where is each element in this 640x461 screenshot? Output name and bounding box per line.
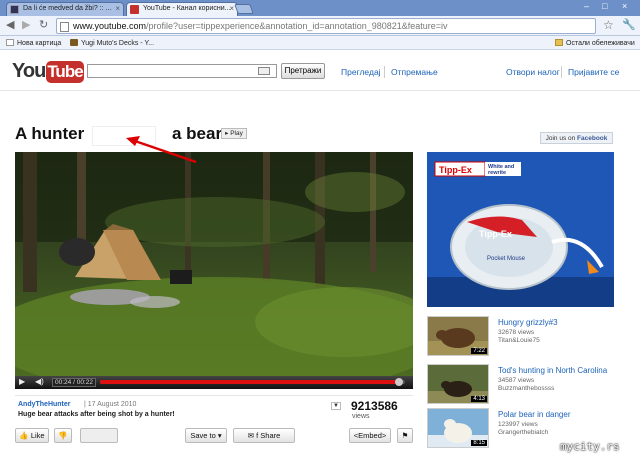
upload-link[interactable]: Отпремање xyxy=(391,67,438,77)
related-thumbnail[interactable]: 4:13 xyxy=(427,364,489,404)
play-icon[interactable]: ▶ xyxy=(19,377,25,386)
play-title-button[interactable]: ▸ Play xyxy=(221,128,247,139)
play-icon: ▸ xyxy=(225,130,229,137)
forum-favicon-icon xyxy=(10,5,19,14)
duration-badge: 7:22 xyxy=(471,348,487,354)
tab-label: YouTube - Канал корисни... xyxy=(143,5,231,12)
tab-label: Da li će medved da žbi? :: ... xyxy=(23,5,112,12)
page-icon xyxy=(60,22,69,32)
uploader-link[interactable]: AndyTheHunter xyxy=(18,401,71,408)
ad-brand-logo: Tipp-Ex xyxy=(439,165,472,175)
related-user: Buzzmanthebossss xyxy=(498,385,555,392)
video-title-right: a bear xyxy=(172,124,223,143)
ad-product-name: Pocket Mouse xyxy=(487,256,526,262)
expand-description-icon[interactable]: ▼ xyxy=(331,402,341,410)
related-title[interactable]: Tod's hunting in North Carolina xyxy=(498,366,607,375)
bookmarks-bar: Нова картица Yugi Muto's Decks - Y... Ос… xyxy=(0,36,640,50)
sign-in-link[interactable]: Пријавите се xyxy=(568,67,619,77)
dislike-button[interactable]: 👎 xyxy=(54,428,72,443)
bookmark-star-icon[interactable]: ☆ xyxy=(603,18,614,32)
upload-date: | 17 August 2010 xyxy=(84,401,137,408)
ad-product-logo: Tipp-Ex xyxy=(479,229,512,239)
rating-bar xyxy=(80,428,118,443)
wrench-icon[interactable]: 🔧 xyxy=(622,18,636,31)
new-tab-button[interactable] xyxy=(234,4,254,14)
chevron-down-icon: ▾ xyxy=(217,431,222,440)
divider xyxy=(561,66,562,78)
ad-artwork: Tipp-Ex White and rewrite Tipp-Ex Pocket… xyxy=(427,152,614,307)
tab-youtube[interactable]: YouTube - Канал корисни... × xyxy=(126,2,238,16)
folder-icon xyxy=(555,39,563,46)
url-path: /profile?user=tippexperience&annotation_… xyxy=(146,21,448,31)
keyboard-icon[interactable] xyxy=(258,67,270,75)
video-player[interactable] xyxy=(15,152,413,376)
reload-icon[interactable]: ↻ xyxy=(39,19,48,31)
related-title[interactable]: Hungry grizzly#3 xyxy=(498,318,558,327)
search-input[interactable] xyxy=(87,64,277,78)
thumbs-down-icon: 👎 xyxy=(58,431,68,440)
video-description: Huge bear attacks after being shot by a … xyxy=(18,411,175,418)
related-video[interactable]: 4:13 Tod's hunting in North Carolina 345… xyxy=(427,364,614,408)
minimize-icon[interactable]: – xyxy=(584,1,589,11)
related-video[interactable]: 7:22 Hungry grizzly#3 32678 views Titan&… xyxy=(427,316,614,360)
page-icon xyxy=(6,39,14,46)
create-account-link[interactable]: Отвори налог xyxy=(506,67,560,77)
embed-button[interactable]: <Embed> xyxy=(349,428,391,443)
video-controls: ▶ ◀) 00:24 / 00:22 xyxy=(15,376,413,389)
url-host: www.youtube.com xyxy=(73,21,147,31)
close-tab-icon[interactable]: × xyxy=(115,4,120,13)
duration-badge: 4:13 xyxy=(471,396,487,402)
youtube-logo[interactable]: You Tube xyxy=(12,60,84,84)
share-icons: ✉ f xyxy=(247,431,261,440)
progress-bar[interactable] xyxy=(100,378,405,386)
title-blank-field xyxy=(92,126,156,146)
tab-forum[interactable]: Da li će medved da žbi? :: ... × xyxy=(6,2,124,16)
related-views: 32678 views xyxy=(498,329,535,336)
bookmark-favicon-icon xyxy=(70,39,78,46)
address-bar[interactable]: www.youtube.com/profile?user=tippexperie… xyxy=(56,18,596,34)
related-user: Titan&Louie75 xyxy=(498,337,540,344)
youtube-favicon-icon xyxy=(130,5,139,14)
video-frame-forest-scene xyxy=(15,152,413,376)
join-facebook-button[interactable]: Join us on Facebook xyxy=(540,132,613,144)
time-display: 00:24 / 00:22 xyxy=(52,378,96,387)
maximize-icon[interactable]: □ xyxy=(602,1,607,11)
related-thumbnail[interactable]: 7:22 xyxy=(427,316,489,356)
watermark: mycity.rs xyxy=(560,440,620,453)
search-button[interactable]: Претражи xyxy=(281,63,325,79)
close-window-icon[interactable]: × xyxy=(622,1,627,11)
forward-arrow-icon[interactable]: ▶ xyxy=(22,19,30,31)
progress-fill xyxy=(100,380,399,384)
related-title[interactable]: Polar bear in danger xyxy=(498,410,571,419)
related-views: 123997 views xyxy=(498,421,538,428)
browser-tab-bar: Da li će medved da žbi? :: ... × YouTube… xyxy=(0,0,640,16)
browser-toolbar: ◀ ▶ ↻ www.youtube.com/profile?user=tippe… xyxy=(0,16,640,36)
video-title-left: A hunter xyxy=(15,124,85,143)
browse-link[interactable]: Прегледај xyxy=(341,67,381,77)
flag-button[interactable]: ⚑ xyxy=(397,428,413,443)
bookmark-new-tab[interactable]: Нова картица xyxy=(6,39,61,47)
like-button[interactable]: 👍 Like xyxy=(15,428,49,443)
save-to-button[interactable]: Save to ▾ xyxy=(185,428,227,443)
related-views: 34587 views xyxy=(498,377,535,384)
related-thumbnail[interactable]: 8:15 xyxy=(427,408,489,448)
tippex-ad[interactable]: Tipp-Ex White and rewrite Tipp-Ex Pocket… xyxy=(427,152,614,307)
related-user: Grangerthebiatch xyxy=(498,429,549,436)
thumbs-up-icon: 👍 xyxy=(19,431,29,440)
view-count: 9213586 xyxy=(351,399,398,413)
volume-icon[interactable]: ◀) xyxy=(35,377,44,386)
divider xyxy=(384,66,385,78)
close-tab-icon[interactable]: × xyxy=(229,4,234,13)
bookmark-yugi[interactable]: Yugi Muto's Decks - Y... xyxy=(70,39,154,47)
duration-badge: 8:15 xyxy=(471,440,487,446)
ad-tagline-2: rewrite xyxy=(488,170,506,176)
header-divider xyxy=(0,90,640,91)
views-label: views xyxy=(352,413,370,420)
flag-icon: ⚑ xyxy=(401,431,409,440)
back-arrow-icon[interactable]: ◀ xyxy=(6,19,14,31)
progress-handle[interactable] xyxy=(394,378,403,386)
share-button[interactable]: ✉ f Share xyxy=(233,428,295,443)
other-bookmarks[interactable]: Остали обележивачи xyxy=(555,39,635,47)
